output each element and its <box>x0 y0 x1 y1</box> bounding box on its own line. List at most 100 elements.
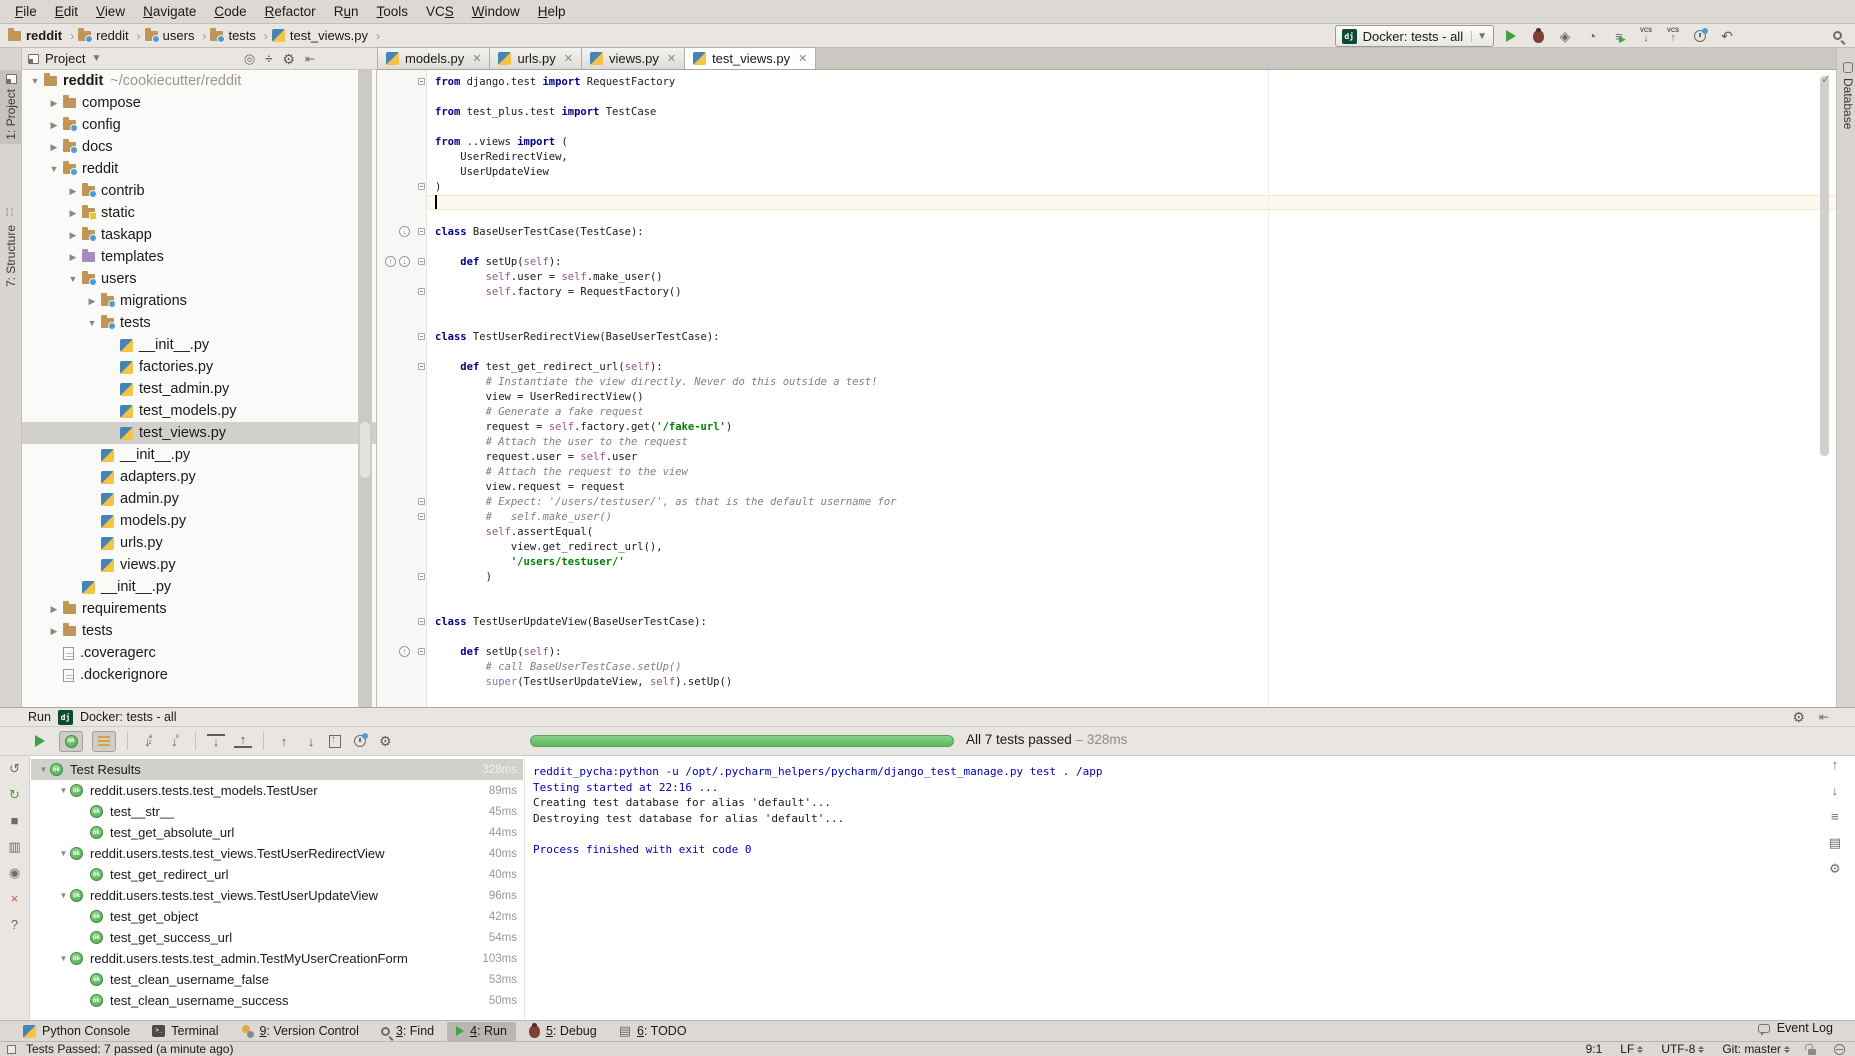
event-log-button[interactable]: Event Log <box>1758 1021 1833 1035</box>
tool-tab-3-find[interactable]: 3: Find <box>372 1022 443 1041</box>
fold-marker[interactable] <box>418 78 425 85</box>
stop-button[interactable]: ■ <box>11 814 19 827</box>
code-line[interactable]: from test_plus.test import TestCase <box>427 105 1836 120</box>
menu-item-window[interactable]: Window <box>463 4 529 19</box>
tool-tab-python-console[interactable]: Python Console <box>14 1022 139 1041</box>
hector-icon[interactable] <box>1834 1044 1845 1055</box>
test-result-row[interactable]: test__str__45ms <box>31 801 523 822</box>
code-line[interactable] <box>427 600 1836 615</box>
project-tree-scrollbar[interactable] <box>358 70 372 707</box>
menu-item-tools[interactable]: Tools <box>367 4 417 19</box>
test-result-row[interactable]: ▼reddit.users.tests.test_views.TestUserU… <box>31 885 523 906</box>
tree-toggle[interactable]: ▶ <box>66 252 80 263</box>
code-line[interactable]: class TestUserUpdateView(BaseUserTestCas… <box>427 615 1836 630</box>
hide-panel-button[interactable] <box>1819 710 1829 724</box>
tree-toggle[interactable]: ▼ <box>57 849 70 858</box>
collapse-all-button[interactable]: ↑ <box>234 734 252 748</box>
code-line[interactable] <box>427 630 1836 645</box>
overridden-down-icon[interactable]: ↓ <box>399 226 410 237</box>
chevron-down-icon[interactable]: ▼ <box>91 53 101 64</box>
code-line[interactable]: # Attach the request to the view <box>427 465 1836 480</box>
test-result-row[interactable]: ▼reddit.users.tests.test_views.TestUserR… <box>31 843 523 864</box>
breadcrumb-item-reddit[interactable]: reddit <box>8 28 62 43</box>
fold-marker[interactable] <box>418 258 425 265</box>
tree-toggle[interactable]: ▼ <box>66 274 80 284</box>
hide-panel-button[interactable] <box>305 52 315 66</box>
run-configuration-select[interactable]: Docker: tests - all ▼ <box>1335 25 1494 47</box>
tree-item-__init__-py[interactable]: __init__.py <box>22 444 376 466</box>
tree-toggle[interactable]: ▶ <box>47 120 61 131</box>
code-line[interactable]: # call BaseUserTestCase.setUp() <box>427 660 1836 675</box>
code-line[interactable]: from django.test import RequestFactory <box>427 75 1836 90</box>
tree-toggle[interactable]: ▼ <box>57 954 70 963</box>
menu-item-file[interactable]: File <box>6 4 46 19</box>
show-passed-toggle[interactable] <box>59 731 83 752</box>
code-line[interactable] <box>427 315 1836 330</box>
fold-marker[interactable] <box>418 573 425 580</box>
fold-marker[interactable] <box>418 228 425 235</box>
menu-item-vcs[interactable]: VCS <box>417 4 463 19</box>
tree-toggle[interactable]: ▼ <box>57 786 70 795</box>
tree-item--dockerignore[interactable]: .dockerignore <box>22 664 376 686</box>
tree-item-models-py[interactable]: models.py <box>22 510 376 532</box>
tree-item-test_views-py[interactable]: test_views.py <box>22 422 376 444</box>
cursor-position[interactable]: 9:1 <box>1586 1042 1603 1056</box>
code-line[interactable]: def setUp(self): <box>427 255 1836 270</box>
code-line[interactable]: def setUp(self): <box>427 645 1836 660</box>
editor-tab-views-py[interactable]: views.py✕ <box>582 47 685 69</box>
test-result-row[interactable]: test_get_object42ms <box>31 906 523 927</box>
run-console[interactable]: reddit_pycha:python -u /opt/.pycharm_hel… <box>524 756 1808 1021</box>
test-result-row[interactable]: ▼reddit.users.tests.test_models.TestUser… <box>31 780 523 801</box>
code-line[interactable]: UserUpdateView <box>427 165 1836 180</box>
tree-item-adapters-py[interactable]: adapters.py <box>22 466 376 488</box>
code-line[interactable] <box>427 585 1836 600</box>
code-line[interactable] <box>427 240 1836 255</box>
tree-toggle[interactable]: ▶ <box>47 604 61 615</box>
code-line[interactable] <box>427 120 1836 135</box>
test-history-button[interactable] <box>350 731 370 751</box>
code-line[interactable] <box>427 90 1836 105</box>
tool-tab-6-todo[interactable]: 6: TODO <box>610 1022 696 1041</box>
close-icon[interactable]: ✕ <box>667 52 676 65</box>
menu-item-view[interactable]: View <box>87 4 134 19</box>
tree-item-test_models-py[interactable]: test_models.py <box>22 400 376 422</box>
stripe-tab-7-structure[interactable]: 7: Structure <box>0 205 22 291</box>
stripe-tab-database[interactable]: Database <box>1837 58 1855 133</box>
tree-item-factories-py[interactable]: factories.py <box>22 356 376 378</box>
breadcrumb-item-users[interactable]: users <box>145 28 195 43</box>
menu-item-run[interactable]: Run <box>325 4 368 19</box>
rerun-failed-button[interactable]: ↻ <box>9 788 20 801</box>
code-line[interactable]: '/users/testuser/' <box>427 555 1836 570</box>
test-result-row[interactable]: test_get_absolute_url44ms <box>31 822 523 843</box>
tree-toggle[interactable]: ▶ <box>47 626 61 637</box>
panel-settings-button[interactable] <box>1792 710 1805 724</box>
tree-item-requirements[interactable]: ▶requirements <box>22 598 376 620</box>
tree-item-admin-py[interactable]: admin.py <box>22 488 376 510</box>
code-line[interactable]: view = UserRedirectView() <box>427 390 1836 405</box>
code-line[interactable]: self.factory = RequestFactory() <box>427 285 1836 300</box>
tree-toggle[interactable]: ▶ <box>66 186 80 197</box>
vcs-commit-button[interactable]: VCS↑ <box>1663 26 1683 46</box>
collapse-all-button[interactable] <box>265 51 272 66</box>
test-result-row[interactable]: test_clean_username_success50ms <box>31 990 523 1011</box>
scroll-down-button[interactable]: ↓ <box>1832 784 1839 797</box>
sort-by-duration-button[interactable]: ↓≡ <box>166 734 184 749</box>
debug-button[interactable] <box>1528 26 1548 46</box>
tool-tab-4-run[interactable]: 4: Run <box>447 1022 516 1041</box>
test-result-row[interactable]: test_clean_username_false53ms <box>31 969 523 990</box>
tree-toggle[interactable]: ▼ <box>28 76 42 86</box>
vcs-update-button[interactable]: VCS↓ <box>1636 26 1656 46</box>
expand-all-button[interactable]: ↓ <box>207 734 225 748</box>
fold-marker[interactable] <box>418 618 425 625</box>
editor-tab-test_views-py[interactable]: test_views.py✕ <box>685 47 816 69</box>
close-icon[interactable]: ✕ <box>564 52 573 65</box>
code-line[interactable]: ) <box>427 180 1836 195</box>
code-line[interactable]: view.get_redirect_url(), <box>427 540 1836 555</box>
run-tasks-button[interactable]: ▶ <box>1609 26 1629 46</box>
code-line[interactable]: self.user = self.make_user() <box>427 270 1836 285</box>
tree-item-tests[interactable]: ▼tests <box>22 312 376 334</box>
code-line[interactable]: class TestUserRedirectView(BaseUserTestC… <box>427 330 1836 345</box>
code-line[interactable]: super(TestUserUpdateView, self).setUp() <box>427 675 1836 690</box>
panel-settings-button[interactable] <box>282 52 295 66</box>
tool-window-toggle-icon[interactable] <box>7 1045 16 1054</box>
